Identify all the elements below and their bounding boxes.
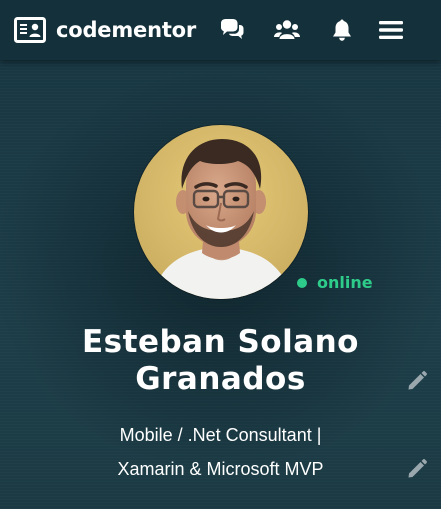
headline-line-2: Xamarin & Microsoft MVP [117,459,324,479]
app-window: codementor online Esteban Solano Granado… [0,0,441,509]
profile-name: Esteban Solano Granados [82,324,359,397]
top-navbar: codementor [0,0,441,60]
online-status: online [297,272,373,294]
profile-avatar [134,125,308,299]
chat-bubbles-icon[interactable] [219,18,245,42]
profile-hero: online Esteban Solano Granados Mobile / … [0,60,441,509]
edit-headline-pencil-icon[interactable] [406,458,428,480]
hamburger-menu-icon[interactable] [378,18,404,42]
users-group-icon[interactable] [274,18,300,42]
status-label: online [317,273,373,292]
brand-name: codementor [56,18,197,42]
status-dot-icon [297,278,307,288]
profile-headline: Mobile / .Net Consultant | Xamarin & Mic… [80,418,361,486]
bell-icon[interactable] [329,18,355,42]
brand-link[interactable]: codementor [14,15,196,45]
codementor-logo-icon [14,17,46,43]
headline-line-1: Mobile / .Net Consultant | [119,425,322,445]
profile-photo [134,125,308,299]
edit-name-pencil-icon[interactable] [406,370,428,392]
